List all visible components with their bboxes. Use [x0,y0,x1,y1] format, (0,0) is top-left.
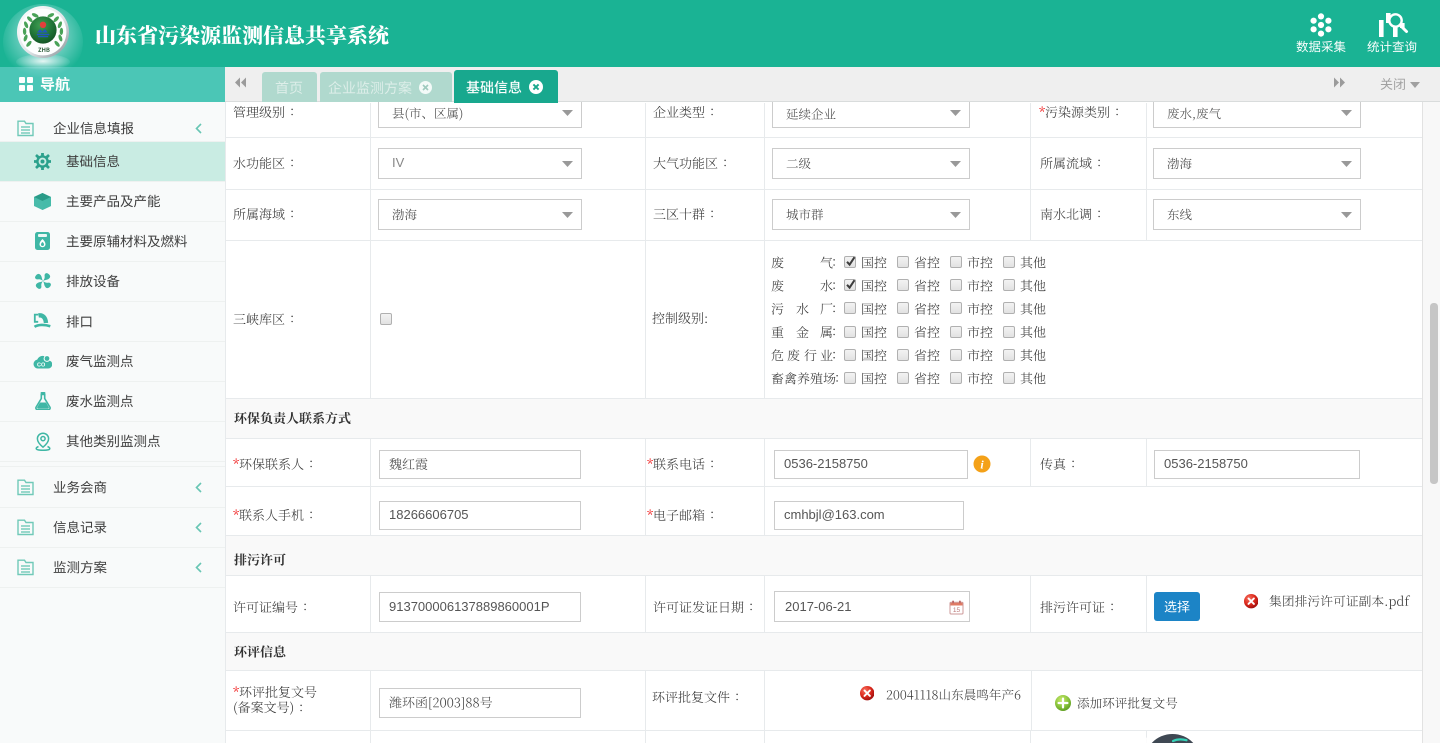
svg-text:15: 15 [953,607,961,614]
svg-text:CO: CO [37,362,46,368]
